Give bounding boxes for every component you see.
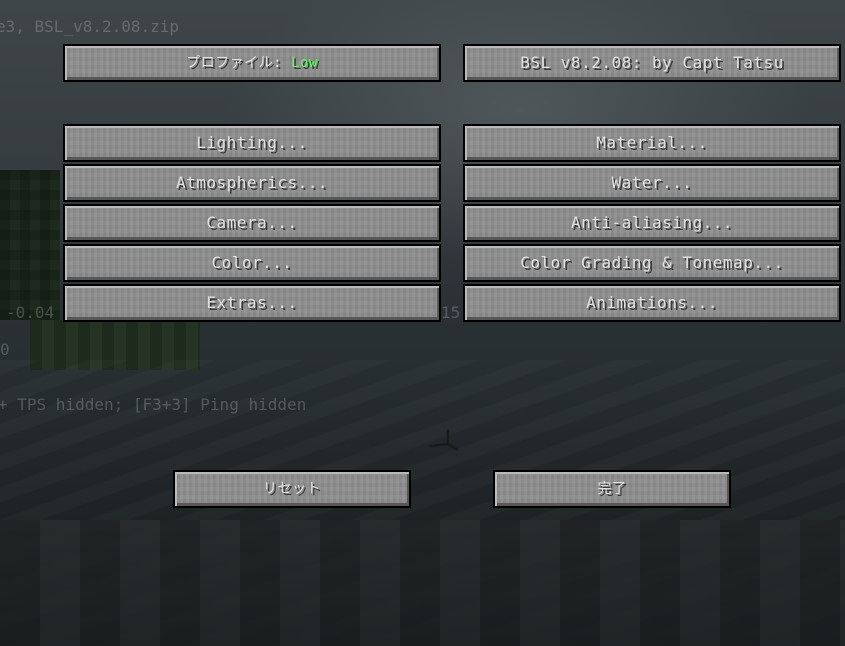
profile-button[interactable]: プロファイル: Low [63, 44, 441, 82]
terrain-blocks [0, 520, 845, 646]
lighting-button-label: Lighting... [196, 133, 308, 152]
reset-button[interactable]: リセット [173, 470, 411, 508]
animations-button[interactable]: Animations... [463, 284, 841, 322]
extras-button-label: Extras... [206, 293, 298, 312]
material-button[interactable]: Material... [463, 124, 841, 162]
camera-button-label: Camera... [206, 213, 298, 232]
color-grading-button[interactable]: Color Grading & Tonemap... [463, 244, 841, 282]
color-grading-button-label: Color Grading & Tonemap... [520, 253, 784, 272]
atmospherics-button[interactable]: Atmospherics... [63, 164, 441, 202]
debug-text-resourcepacks: e3, BSL_v8.2.08.zip [0, 17, 180, 36]
shader-title-label: BSL v8.2.08: by Capt Tatsu [520, 53, 784, 72]
crosshair-icon [429, 430, 458, 452]
water-button-label: Water... [611, 173, 693, 192]
profile-label: プロファイル: [186, 55, 292, 71]
animations-button-label: Animations... [586, 293, 718, 312]
color-button-label: Color... [211, 253, 293, 272]
debug-text-coordinate: -0.04 [6, 303, 55, 322]
color-button[interactable]: Color... [63, 244, 441, 282]
done-button[interactable]: 完了 [493, 470, 731, 508]
tree-foliage [0, 170, 60, 320]
debug-text-hidden-info: + TPS hidden; [F3+3] Ping hidden [0, 395, 307, 414]
profile-value: Low [291, 55, 318, 71]
atmospherics-button-label: Atmospherics... [176, 173, 328, 192]
done-button-label: 完了 [597, 481, 627, 497]
extras-button[interactable]: Extras... [63, 284, 441, 322]
anti-aliasing-button-label: Anti-aliasing... [570, 213, 734, 232]
camera-button[interactable]: Camera... [63, 204, 441, 242]
debug-text-zero: 0 [0, 340, 10, 359]
reset-button-label: リセット [263, 481, 321, 497]
water-button[interactable]: Water... [463, 164, 841, 202]
lighting-button[interactable]: Lighting... [63, 124, 441, 162]
anti-aliasing-button[interactable]: Anti-aliasing... [463, 204, 841, 242]
shader-title-button[interactable]: BSL v8.2.08: by Capt Tatsu [463, 44, 841, 82]
material-button-label: Material... [596, 133, 708, 152]
debug-text-fragment: 15 [441, 303, 461, 322]
